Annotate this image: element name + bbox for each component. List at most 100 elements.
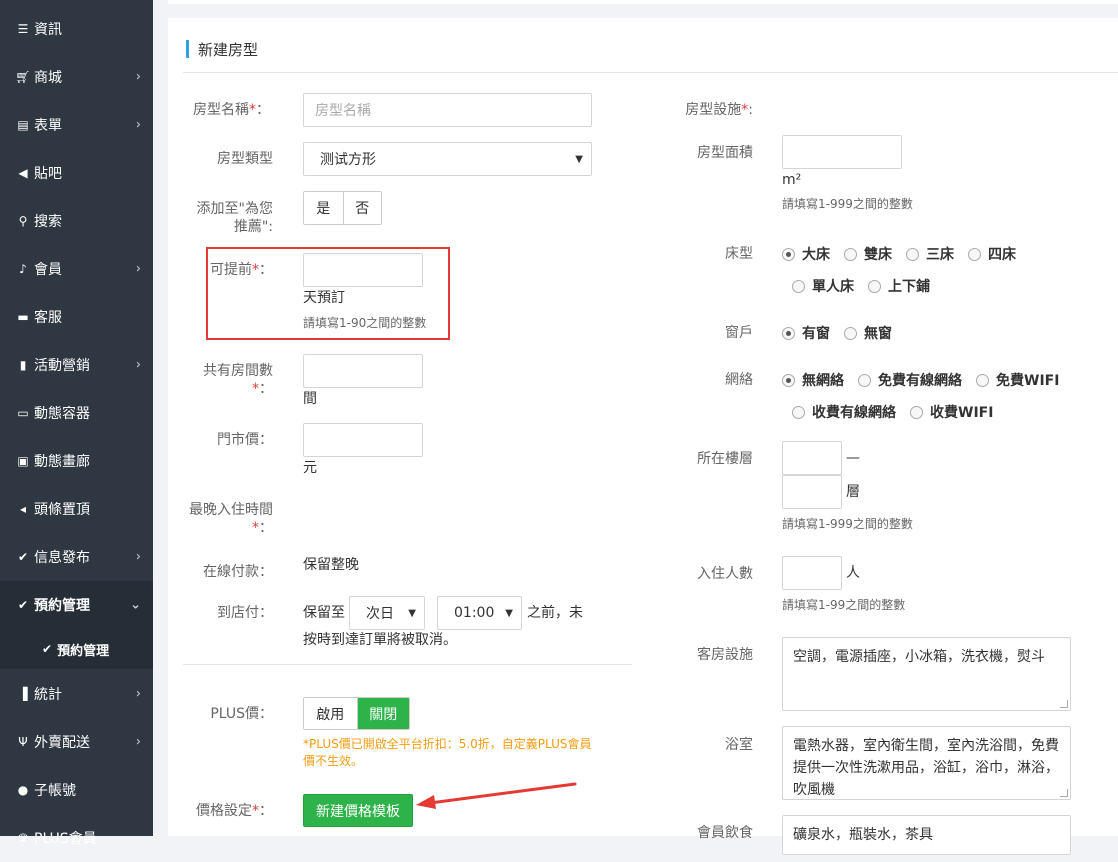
store-price-input[interactable] bbox=[303, 423, 423, 457]
megaphone-icon: ◀ bbox=[18, 166, 28, 180]
recommend-yes-button[interactable]: 是 bbox=[304, 192, 343, 224]
caret-down-icon: ▼ bbox=[408, 607, 416, 619]
sidebar-item-label: 貼吧 bbox=[34, 166, 62, 182]
top-strip bbox=[168, 0, 1118, 4]
bed-type-label: 床型 bbox=[725, 246, 753, 262]
chat-icon: ▬ bbox=[17, 310, 29, 324]
online-pay-label: 在線付款： bbox=[203, 564, 273, 580]
area-unit: m² bbox=[782, 172, 802, 188]
sidebar-item-label: 頭條置頂 bbox=[34, 502, 90, 518]
bar-chart-icon: ▐ bbox=[18, 687, 28, 701]
room-name-input[interactable]: 房型名稱 bbox=[303, 93, 592, 127]
radio-label: 免費WIFI bbox=[996, 373, 1060, 389]
search-icon: ⚲ bbox=[18, 214, 28, 228]
radio-label: 無窗 bbox=[864, 326, 892, 342]
check-edit-icon: ✔ bbox=[17, 550, 29, 564]
store-pay-label: 到店付： bbox=[217, 605, 273, 621]
network-radio-paid-wifi[interactable]: 收費WIFI bbox=[910, 402, 993, 422]
plus-enable-button[interactable]: 啟用 bbox=[304, 698, 357, 729]
area-input[interactable] bbox=[782, 135, 902, 169]
latest-checkin-label: 最晚入住時間 *： bbox=[189, 502, 273, 536]
bed-radio-twin[interactable]: 雙床 bbox=[844, 244, 892, 264]
occupancy-hint: 請填寫1-99之間的整數 bbox=[782, 598, 906, 612]
sidebar-item-label: 信息發布 bbox=[34, 550, 90, 566]
plus-disable-button[interactable]: 關閉 bbox=[356, 698, 409, 729]
sidebar-item-container[interactable]: ▭ 動態容器 bbox=[0, 389, 153, 437]
advance-days-input[interactable] bbox=[303, 253, 423, 287]
sidebar-item-support[interactable]: ▬ 客服 bbox=[0, 293, 153, 341]
check-edit-icon: ✔ bbox=[17, 598, 29, 612]
bed-radio-single[interactable]: 單人床 bbox=[792, 276, 854, 296]
rooms-count-input[interactable] bbox=[303, 354, 423, 388]
caret-down-icon: ▼ bbox=[505, 607, 513, 619]
radio-dot bbox=[844, 247, 857, 261]
window-radio-yes[interactable]: 有窗 bbox=[782, 323, 830, 343]
sidebar-item-delivery[interactable]: Ψ 外賣配送 › bbox=[0, 718, 153, 766]
radio-dot bbox=[858, 373, 871, 387]
bathroom-textarea[interactable]: 電熱水器，室內衛生間，室內洗浴間，免費提供一次性洗漱用品，浴缸，浴巾，淋浴，吹風… bbox=[782, 726, 1071, 800]
sidebar-item-subaccount[interactable]: ● 子帳號 bbox=[0, 766, 153, 814]
sidebar-item-news[interactable]: ☰ 資訊 bbox=[0, 5, 153, 53]
plus-price-label: PLUS價： bbox=[210, 706, 273, 722]
sidebar-item-stats[interactable]: ▐ 統計 › bbox=[0, 670, 153, 718]
sidebar-item-label: 活動營銷 bbox=[34, 358, 90, 374]
recommend-no-button[interactable]: 否 bbox=[342, 192, 381, 224]
bookmark-icon: ▮ bbox=[19, 358, 27, 372]
caret-down-icon: ▼ bbox=[575, 153, 583, 165]
sidebar-item-plus-member[interactable]: ♛ PLUS會員 bbox=[0, 814, 153, 862]
sidebar-item-label: 統計 bbox=[34, 687, 62, 703]
sidebar-item-forms[interactable]: ▤ 表單 › bbox=[0, 101, 153, 149]
sidebar-item-mall[interactable]: 🛒︎ 商城 › bbox=[0, 53, 153, 101]
radio-dot bbox=[792, 405, 805, 419]
window-radio-no[interactable]: 無窗 bbox=[844, 323, 892, 343]
list-icon: ☰ bbox=[17, 22, 29, 36]
sidebar-subitem-booking[interactable]: ✔ 預約管理 bbox=[0, 629, 153, 669]
occupancy-unit: 人 bbox=[846, 565, 860, 581]
store-price-label: 門市價： bbox=[217, 432, 273, 448]
sidebar-item-publish[interactable]: ✔ 信息發布 › bbox=[0, 533, 153, 581]
floor-from-input[interactable] bbox=[782, 441, 842, 475]
food-textarea[interactable]: 礦泉水，瓶裝水，茶具 bbox=[782, 815, 1071, 855]
network-radio-free-wifi[interactable]: 免費WIFI bbox=[976, 370, 1059, 390]
sidebar-item-marketing[interactable]: ▮ 活動營銷 › bbox=[0, 341, 153, 389]
user-icon: ● bbox=[17, 783, 29, 797]
sidebar-item-forum[interactable]: ◀ 貼吧 bbox=[0, 149, 153, 197]
occupancy-input[interactable] bbox=[782, 556, 842, 590]
sidebar-item-label: 預約管理 bbox=[34, 598, 90, 614]
bed-radio-bunk[interactable]: 上下鋪 bbox=[868, 276, 930, 296]
sidebar-item-label: 搜索 bbox=[34, 214, 62, 230]
store-pay-day-value: 次日 bbox=[366, 606, 394, 622]
floor-to-input[interactable] bbox=[782, 475, 842, 509]
sidebar-item-label: 商城 bbox=[34, 70, 62, 86]
sidebar-item-members[interactable]: ♪ 會員 › bbox=[0, 245, 153, 293]
sidebar-item-headline[interactable]: ◂ 頭條置頂 bbox=[0, 485, 153, 533]
radio-dot bbox=[910, 405, 923, 419]
chevron-right-icon: › bbox=[135, 69, 141, 85]
network-radio-paid-wired[interactable]: 收費有線網絡 bbox=[792, 402, 896, 422]
bed-radio-quad[interactable]: 四床 bbox=[968, 244, 1016, 264]
new-price-template-button[interactable]: 新建價格模板 bbox=[303, 794, 413, 827]
resize-grip-icon[interactable] bbox=[1060, 700, 1068, 708]
room-type-select[interactable]: 测试方形 ▼ bbox=[303, 142, 592, 176]
title-divider bbox=[183, 72, 1118, 73]
network-radio-free-wired[interactable]: 免費有線網絡 bbox=[858, 370, 962, 390]
chevron-right-icon: › bbox=[135, 686, 141, 702]
sidebar: ☰ 資訊 🛒︎ 商城 › ▤ 表單 › ◀ 貼吧 ⚲ 搜索 ♪ 會員 › ▬ 客服 ▮ 活動營銷 › ▭… bbox=[0, 0, 153, 847]
floor-unit: 層 bbox=[846, 484, 860, 500]
resize-grip-icon[interactable] bbox=[1060, 789, 1068, 797]
room-type-value: 测试方形 bbox=[320, 152, 376, 168]
advance-label: 可提前*： bbox=[210, 262, 273, 278]
chevron-right-icon: › bbox=[135, 734, 141, 750]
room-facilities-textarea[interactable]: 空調，電源插座，小冰箱，洗衣機，熨斗 bbox=[782, 637, 1071, 711]
bed-radio-triple[interactable]: 三床 bbox=[906, 244, 954, 264]
network-radio-none[interactable]: 無網絡 bbox=[782, 370, 844, 390]
check-edit-icon: ✔ bbox=[42, 642, 53, 656]
store-pay-day-select[interactable]: 次日 ▼ bbox=[349, 596, 425, 630]
floor-label: 所在樓層 bbox=[697, 451, 753, 467]
bed-radio-double[interactable]: 大床 bbox=[782, 244, 830, 264]
sidebar-item-booking[interactable]: ✔ 預約管理 ⌄ bbox=[0, 581, 153, 629]
facilities-label: 房型設施*: bbox=[685, 102, 753, 118]
sidebar-item-gallery[interactable]: ▣ 動態畫廊 bbox=[0, 437, 153, 485]
sidebar-item-search[interactable]: ⚲ 搜索 bbox=[0, 197, 153, 245]
store-pay-time-select[interactable]: 01:00 ▼ bbox=[437, 596, 522, 630]
